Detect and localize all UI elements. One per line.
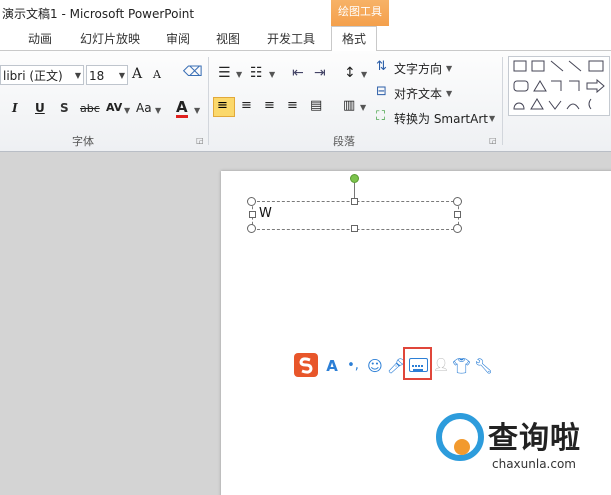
underline-button[interactable]: U	[35, 101, 45, 115]
group-divider	[208, 57, 209, 145]
resize-handle[interactable]	[351, 198, 358, 205]
text-direction-button[interactable]: 文字方向	[394, 60, 442, 77]
text-shadow-button[interactable]: S	[60, 101, 69, 115]
clear-formatting-icon[interactable]: ⌫	[183, 64, 203, 80]
font-style-icon[interactable]: A	[323, 356, 341, 376]
italic-button[interactable]: I	[12, 101, 18, 115]
bullets-icon[interactable]: ☰	[218, 65, 231, 81]
resize-handle[interactable]	[453, 197, 462, 206]
tab-review[interactable]: 审阅	[166, 30, 190, 47]
keyboard-highlight-box	[403, 347, 432, 380]
align-center-icon[interactable]: ≡	[241, 98, 252, 113]
justify-icon[interactable]: ≡	[287, 98, 298, 113]
font-size-value: 18	[89, 69, 105, 83]
user-icon[interactable]: 👤︎	[432, 356, 450, 376]
chevron-down-icon: ▼	[155, 106, 162, 115]
rotation-line	[354, 183, 355, 198]
watermark: 查询啦 chaxunla.com	[436, 413, 611, 495]
paragraph-group-label: 段落	[333, 135, 355, 148]
smartart-icon[interactable]: ⛶	[376, 109, 385, 124]
textbox-text[interactable]: W	[259, 206, 272, 221]
chevron-down-icon: ▼	[269, 70, 276, 79]
punctuation-icon[interactable]: •,	[345, 356, 361, 376]
resize-handle[interactable]	[247, 224, 256, 233]
group-divider	[502, 57, 503, 145]
drawing-tools-context-tab[interactable]: 绘图工具	[331, 0, 389, 26]
tab-view[interactable]: 视图	[216, 30, 240, 47]
distributed-icon[interactable]: ▤	[310, 98, 322, 113]
ribbon: libri (正文) ▼ 18 ▼ A A ⌫ I U S abc AV ▼ A…	[0, 51, 611, 152]
shapes-gallery-icons	[513, 60, 605, 110]
chevron-down-icon: ▼	[360, 103, 367, 112]
align-text-icon[interactable]: ⊟	[376, 84, 387, 99]
decrease-indent-icon[interactable]: ⇤	[292, 65, 304, 81]
strikethrough-button[interactable]: abc	[80, 102, 100, 115]
resize-handle[interactable]	[454, 211, 461, 218]
watermark-url: chaxunla.com	[492, 457, 576, 471]
font-color-button[interactable]: A	[176, 99, 188, 118]
chevron-down-icon: ▼	[446, 64, 453, 73]
tab-animations[interactable]: 动画	[28, 30, 52, 47]
columns-icon[interactable]: ▥	[343, 98, 355, 113]
chevron-down-icon: ▼	[124, 106, 131, 115]
powerpoint-window: 演示文稿1 - Microsoft PowerPoint 绘图工具 动画 幻灯片…	[0, 0, 611, 495]
align-text-button[interactable]: 对齐文本	[394, 85, 442, 102]
align-left-icon: ≡	[217, 98, 228, 113]
chevron-down-icon: ▼	[74, 71, 81, 80]
title-bar: 演示文稿1 - Microsoft PowerPoint 绘图工具	[0, 0, 611, 26]
font-name-combo[interactable]: libri (正文) ▼	[0, 65, 84, 85]
increase-indent-icon[interactable]: ⇥	[314, 65, 326, 81]
character-spacing-button[interactable]: AV	[106, 101, 122, 114]
text-direction-icon[interactable]: ⇅	[376, 59, 387, 74]
chevron-down-icon: ▼	[236, 70, 243, 79]
chevron-down-icon: ▼	[194, 106, 201, 115]
microphone-icon[interactable]: 🎤︎	[387, 356, 406, 376]
chevron-down-icon: ▼	[361, 70, 368, 79]
dialog-launcher-icon[interactable]: ◲	[196, 136, 204, 145]
align-left-button[interactable]: ≡	[213, 97, 235, 117]
ime-toolbar: A •, ☺ 🎤︎ 👤︎ 👕︎ 🔧︎	[292, 352, 497, 379]
resize-handle[interactable]	[453, 224, 462, 233]
font-size-combo[interactable]: 18 ▼	[86, 65, 128, 85]
change-case-button[interactable]: Aa	[136, 101, 152, 115]
chevron-down-icon: ▼	[489, 114, 496, 123]
wrench-icon[interactable]: 🔧︎	[474, 356, 493, 376]
resize-handle[interactable]	[249, 211, 256, 218]
grow-font-button[interactable]: A	[132, 66, 142, 82]
resize-handle[interactable]	[247, 197, 256, 206]
rotation-handle[interactable]	[350, 174, 359, 183]
watermark-logo-dot	[454, 439, 470, 455]
tab-developer[interactable]: 开发工具	[267, 30, 315, 47]
chevron-down-icon: ▼	[446, 89, 453, 98]
shrink-font-button[interactable]: A	[153, 68, 161, 81]
watermark-text: 查询啦	[488, 421, 581, 456]
resize-handle[interactable]	[351, 225, 358, 232]
window-title: 演示文稿1 - Microsoft PowerPoint	[2, 7, 195, 21]
shapes-gallery[interactable]	[508, 56, 610, 116]
align-right-icon[interactable]: ≡	[264, 98, 275, 113]
skin-shirt-icon[interactable]: 👕︎	[452, 356, 471, 376]
ribbon-tab-row: 动画 幻灯片放映 审阅 视图 开发工具 格式	[0, 26, 611, 51]
tab-format[interactable]: 格式	[331, 26, 378, 51]
numbering-icon[interactable]: ☷	[250, 65, 263, 81]
emoji-icon[interactable]: ☺	[365, 356, 385, 376]
line-spacing-icon[interactable]: ↕	[344, 65, 356, 81]
chevron-down-icon: ▼	[118, 71, 125, 80]
convert-smartart-button[interactable]: 转换为 SmartArt	[394, 110, 488, 127]
sogou-logo-icon[interactable]	[294, 353, 318, 377]
sogou-s-glyph	[299, 357, 313, 374]
tab-slideshow[interactable]: 幻灯片放映	[80, 30, 140, 47]
font-name-value: libri (正文)	[3, 69, 63, 83]
font-group-label: 字体	[72, 135, 94, 148]
dialog-launcher-icon[interactable]: ◲	[489, 136, 497, 145]
